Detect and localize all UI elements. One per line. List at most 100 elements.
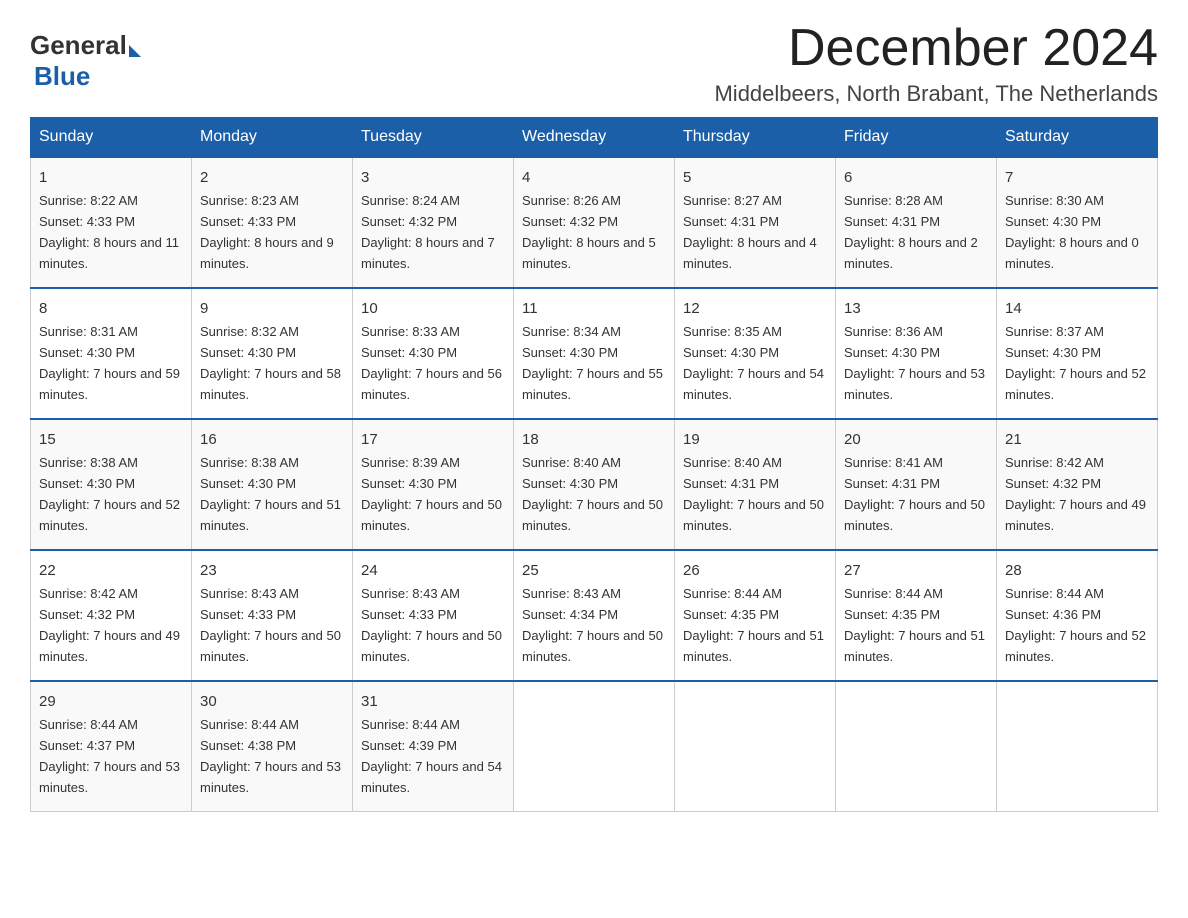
logo-blue-text: Blue bbox=[30, 61, 90, 92]
title-area: December 2024 Middelbeers, North Brabant… bbox=[714, 20, 1158, 107]
calendar-cell: 31 Sunrise: 8:44 AMSunset: 4:39 PMDayligh… bbox=[353, 681, 514, 811]
calendar-cell: 1 Sunrise: 8:22 AMSunset: 4:33 PMDaylight… bbox=[31, 157, 192, 288]
calendar-cell: 18Sunrise: 8:40 AMSunset: 4:30 PMDayligh… bbox=[514, 419, 675, 550]
day-number: 1 bbox=[39, 166, 183, 189]
day-number: 22 bbox=[39, 559, 183, 582]
calendar-cell: 4 Sunrise: 8:26 AMSunset: 4:32 PMDaylight… bbox=[514, 157, 675, 288]
calendar-header: SundayMondayTuesdayWednesdayThursdayFrid… bbox=[31, 118, 1158, 158]
header: General Blue December 2024 Middelbeers, … bbox=[30, 20, 1158, 107]
day-number: 24 bbox=[361, 559, 505, 582]
day-info: Sunrise: 8:43 AMSunset: 4:33 PMDaylight:… bbox=[361, 586, 502, 664]
day-info: Sunrise: 8:41 AMSunset: 4:31 PMDaylight:… bbox=[844, 455, 985, 533]
calendar-cell: 7 Sunrise: 8:30 AMSunset: 4:30 PMDaylight… bbox=[997, 157, 1158, 288]
day-number: 21 bbox=[1005, 428, 1149, 451]
calendar-cell: 27Sunrise: 8:44 AMSunset: 4:35 PMDayligh… bbox=[836, 550, 997, 681]
day-number: 17 bbox=[361, 428, 505, 451]
day-number: 5 bbox=[683, 166, 827, 189]
day-info: Sunrise: 8:44 AMSunset: 4:38 PMDaylight:… bbox=[200, 717, 341, 795]
day-number: 30 bbox=[200, 690, 344, 713]
day-number: 14 bbox=[1005, 297, 1149, 320]
calendar-cell: 11Sunrise: 8:34 AMSunset: 4:30 PMDayligh… bbox=[514, 288, 675, 419]
month-title: December 2024 bbox=[714, 20, 1158, 77]
day-number: 25 bbox=[522, 559, 666, 582]
day-info: Sunrise: 8:24 AMSunset: 4:32 PMDaylight:… bbox=[361, 193, 495, 271]
calendar-cell: 30 Sunrise: 8:44 AMSunset: 4:38 PMDayligh… bbox=[192, 681, 353, 811]
header-sunday: Sunday bbox=[31, 118, 192, 158]
logo-general-text: General bbox=[30, 30, 127, 61]
day-number: 19 bbox=[683, 428, 827, 451]
calendar-cell bbox=[836, 681, 997, 811]
day-info: Sunrise: 8:43 AMSunset: 4:33 PMDaylight:… bbox=[200, 586, 341, 664]
calendar-cell: 6 Sunrise: 8:28 AMSunset: 4:31 PMDaylight… bbox=[836, 157, 997, 288]
day-number: 6 bbox=[844, 166, 988, 189]
logo-triangle-icon bbox=[129, 45, 141, 57]
location-title: Middelbeers, North Brabant, The Netherla… bbox=[714, 81, 1158, 107]
calendar-cell bbox=[997, 681, 1158, 811]
calendar-cell: 14Sunrise: 8:37 AMSunset: 4:30 PMDayligh… bbox=[997, 288, 1158, 419]
calendar-table: SundayMondayTuesdayWednesdayThursdayFrid… bbox=[30, 117, 1158, 812]
day-info: Sunrise: 8:44 AMSunset: 4:37 PMDaylight:… bbox=[39, 717, 180, 795]
day-number: 13 bbox=[844, 297, 988, 320]
day-number: 16 bbox=[200, 428, 344, 451]
calendar-cell: 20 Sunrise: 8:41 AMSunset: 4:31 PMDayligh… bbox=[836, 419, 997, 550]
calendar-week-5: 29 Sunrise: 8:44 AMSunset: 4:37 PMDayligh… bbox=[31, 681, 1158, 811]
day-info: Sunrise: 8:44 AMSunset: 4:39 PMDaylight:… bbox=[361, 717, 502, 795]
day-number: 8 bbox=[39, 297, 183, 320]
day-info: Sunrise: 8:34 AMSunset: 4:30 PMDaylight:… bbox=[522, 324, 663, 402]
day-number: 12 bbox=[683, 297, 827, 320]
calendar-cell: 3 Sunrise: 8:24 AMSunset: 4:32 PMDaylight… bbox=[353, 157, 514, 288]
calendar-cell: 8 Sunrise: 8:31 AMSunset: 4:30 PMDaylight… bbox=[31, 288, 192, 419]
day-info: Sunrise: 8:44 AMSunset: 4:36 PMDaylight:… bbox=[1005, 586, 1146, 664]
day-number: 31 bbox=[361, 690, 505, 713]
day-info: Sunrise: 8:32 AMSunset: 4:30 PMDaylight:… bbox=[200, 324, 341, 402]
day-info: Sunrise: 8:22 AMSunset: 4:33 PMDaylight:… bbox=[39, 193, 179, 271]
calendar-cell: 10Sunrise: 8:33 AMSunset: 4:30 PMDayligh… bbox=[353, 288, 514, 419]
day-number: 29 bbox=[39, 690, 183, 713]
calendar-cell: 25 Sunrise: 8:43 AMSunset: 4:34 PMDayligh… bbox=[514, 550, 675, 681]
day-number: 3 bbox=[361, 166, 505, 189]
calendar-cell: 17Sunrise: 8:39 AMSunset: 4:30 PMDayligh… bbox=[353, 419, 514, 550]
header-tuesday: Tuesday bbox=[353, 118, 514, 158]
calendar-cell: 28 Sunrise: 8:44 AMSunset: 4:36 PMDayligh… bbox=[997, 550, 1158, 681]
calendar-cell: 12 Sunrise: 8:35 AMSunset: 4:30 PMDayligh… bbox=[675, 288, 836, 419]
header-thursday: Thursday bbox=[675, 118, 836, 158]
calendar-cell bbox=[514, 681, 675, 811]
calendar-cell: 23Sunrise: 8:43 AMSunset: 4:33 PMDayligh… bbox=[192, 550, 353, 681]
day-info: Sunrise: 8:42 AMSunset: 4:32 PMDaylight:… bbox=[1005, 455, 1146, 533]
calendar-cell bbox=[675, 681, 836, 811]
calendar-week-2: 8 Sunrise: 8:31 AMSunset: 4:30 PMDaylight… bbox=[31, 288, 1158, 419]
day-number: 4 bbox=[522, 166, 666, 189]
day-number: 26 bbox=[683, 559, 827, 582]
logo: General Blue bbox=[30, 20, 143, 92]
day-info: Sunrise: 8:30 AMSunset: 4:30 PMDaylight:… bbox=[1005, 193, 1139, 271]
calendar-week-4: 22 Sunrise: 8:42 AMSunset: 4:32 PMDayligh… bbox=[31, 550, 1158, 681]
day-number: 20 bbox=[844, 428, 988, 451]
day-number: 7 bbox=[1005, 166, 1149, 189]
day-info: Sunrise: 8:42 AMSunset: 4:32 PMDaylight:… bbox=[39, 586, 180, 664]
calendar-cell: 21 Sunrise: 8:42 AMSunset: 4:32 PMDayligh… bbox=[997, 419, 1158, 550]
calendar-cell: 19Sunrise: 8:40 AMSunset: 4:31 PMDayligh… bbox=[675, 419, 836, 550]
calendar-body: 1 Sunrise: 8:22 AMSunset: 4:33 PMDaylight… bbox=[31, 157, 1158, 811]
calendar-cell: 29 Sunrise: 8:44 AMSunset: 4:37 PMDayligh… bbox=[31, 681, 192, 811]
day-number: 28 bbox=[1005, 559, 1149, 582]
calendar-week-3: 15 Sunrise: 8:38 AMSunset: 4:30 PMDayligh… bbox=[31, 419, 1158, 550]
day-info: Sunrise: 8:35 AMSunset: 4:30 PMDaylight:… bbox=[683, 324, 824, 402]
day-info: Sunrise: 8:44 AMSunset: 4:35 PMDaylight:… bbox=[844, 586, 985, 664]
calendar-cell: 22 Sunrise: 8:42 AMSunset: 4:32 PMDayligh… bbox=[31, 550, 192, 681]
header-friday: Friday bbox=[836, 118, 997, 158]
header-saturday: Saturday bbox=[997, 118, 1158, 158]
calendar-cell: 9 Sunrise: 8:32 AMSunset: 4:30 PMDaylight… bbox=[192, 288, 353, 419]
calendar-cell: 15 Sunrise: 8:38 AMSunset: 4:30 PMDayligh… bbox=[31, 419, 192, 550]
day-info: Sunrise: 8:31 AMSunset: 4:30 PMDaylight:… bbox=[39, 324, 180, 402]
day-info: Sunrise: 8:38 AMSunset: 4:30 PMDaylight:… bbox=[39, 455, 180, 533]
day-info: Sunrise: 8:43 AMSunset: 4:34 PMDaylight:… bbox=[522, 586, 663, 664]
day-info: Sunrise: 8:33 AMSunset: 4:30 PMDaylight:… bbox=[361, 324, 502, 402]
day-number: 9 bbox=[200, 297, 344, 320]
day-info: Sunrise: 8:26 AMSunset: 4:32 PMDaylight:… bbox=[522, 193, 656, 271]
day-info: Sunrise: 8:27 AMSunset: 4:31 PMDaylight:… bbox=[683, 193, 817, 271]
day-number: 15 bbox=[39, 428, 183, 451]
calendar-week-1: 1 Sunrise: 8:22 AMSunset: 4:33 PMDaylight… bbox=[31, 157, 1158, 288]
day-info: Sunrise: 8:28 AMSunset: 4:31 PMDaylight:… bbox=[844, 193, 978, 271]
day-info: Sunrise: 8:36 AMSunset: 4:30 PMDaylight:… bbox=[844, 324, 985, 402]
header-wednesday: Wednesday bbox=[514, 118, 675, 158]
